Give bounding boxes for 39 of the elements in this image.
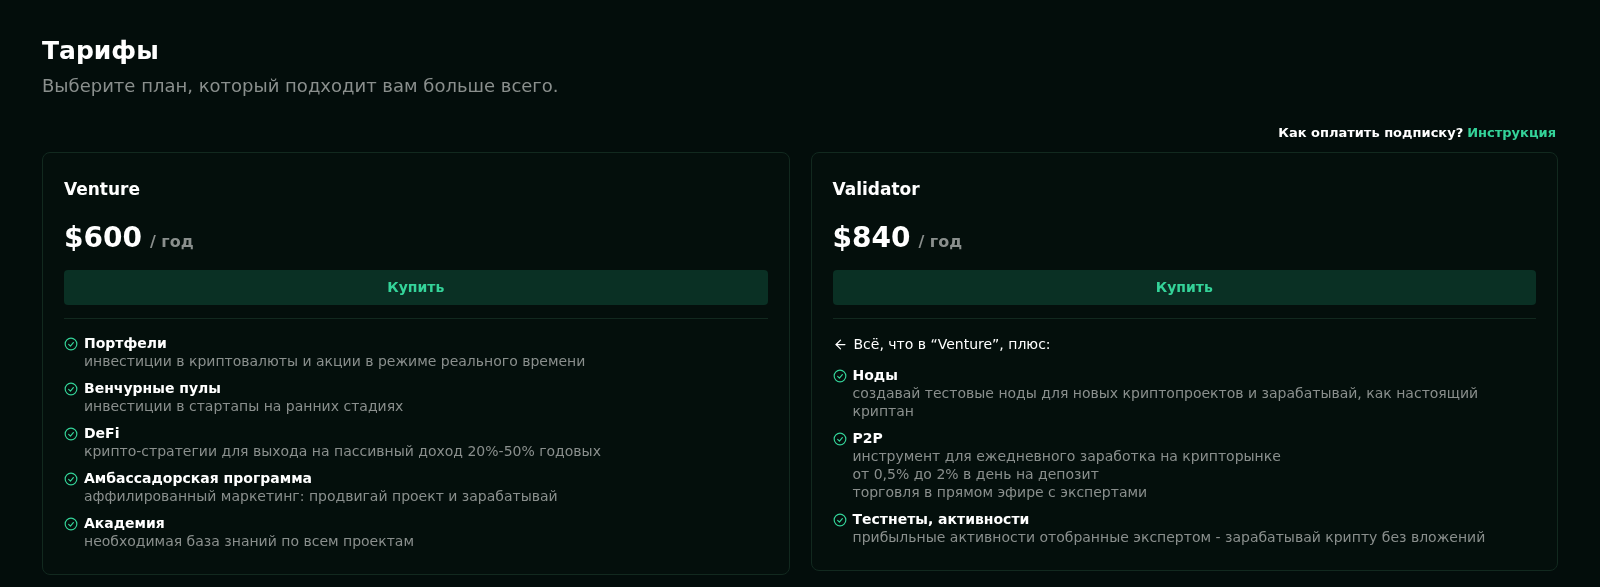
- feature-title: Венчурные пулы: [84, 378, 222, 397]
- feature-description: крипто-стратегии для выхода на пассивный доход 20%-50% годовых: [84, 441, 601, 460]
- page-subtitle: Выберите план, который подходит вам больше всего.: [42, 73, 560, 98]
- plan-price: $840: [832, 219, 911, 256]
- check-circle-icon: [832, 512, 847, 527]
- help-question: Как оплатить подписку?: [1278, 123, 1464, 142]
- feature-title: Портфели: [84, 333, 168, 352]
- feature-title: Тестнеты, активности: [852, 509, 1031, 528]
- plan-price: $600: [64, 219, 142, 256]
- feature-description: прибыльные активности отобранные экспертом - зарабатывай крипту без вложений: [852, 527, 1486, 546]
- feature-description: необходимая база знаний по всем проектам: [84, 531, 414, 550]
- check-circle-icon: [64, 471, 78, 486]
- feature-description: инструмент для ежедневного заработка на крипторынке: [852, 446, 1281, 465]
- feature-description: создавай тестовые ноды для новых криптопроектов и зарабатывай, как настоящий криптан: [852, 383, 1480, 420]
- instruction-link[interactable]: Инструкция: [1467, 122, 1556, 142]
- feature-description: от 0,5% до 2% в день на депозит: [852, 464, 1100, 483]
- feature-description: торговля в прямом эфире с экспертами: [852, 482, 1149, 501]
- feature-description: инвестиции в криптовалюты и акции в режиме реального времени: [84, 351, 586, 370]
- check-circle-icon: [64, 336, 78, 351]
- page-title: Тарифы: [42, 35, 160, 67]
- price-period: / год: [918, 230, 963, 253]
- check-circle-icon: [64, 516, 78, 531]
- plan-name: Venture: [64, 178, 141, 201]
- price-period: / год: [149, 230, 194, 253]
- check-circle-icon: [832, 431, 847, 446]
- feature-description: инвестиции в стартапы на ранних стадиях: [84, 396, 404, 415]
- feature-title: Ноды: [852, 365, 899, 384]
- check-circle-icon: [64, 426, 78, 441]
- inherit-note: Всё, что в “Venture”, плюс:: [853, 334, 1051, 354]
- plan-name: Validator: [832, 178, 921, 201]
- buy-button[interactable]: Купить: [832, 269, 1536, 305]
- feature-title: DeFi: [84, 423, 121, 442]
- check-circle-icon: [832, 368, 847, 383]
- feature-title: Амбассадорская программа: [84, 468, 314, 487]
- feature-description: аффилированный маркетинг: продвигай проект и зарабатывай: [84, 486, 558, 505]
- check-circle-icon: [64, 381, 78, 396]
- feature-title: P2P: [852, 428, 884, 447]
- buy-button[interactable]: Купить: [64, 269, 768, 305]
- feature-title: Академия: [84, 513, 166, 532]
